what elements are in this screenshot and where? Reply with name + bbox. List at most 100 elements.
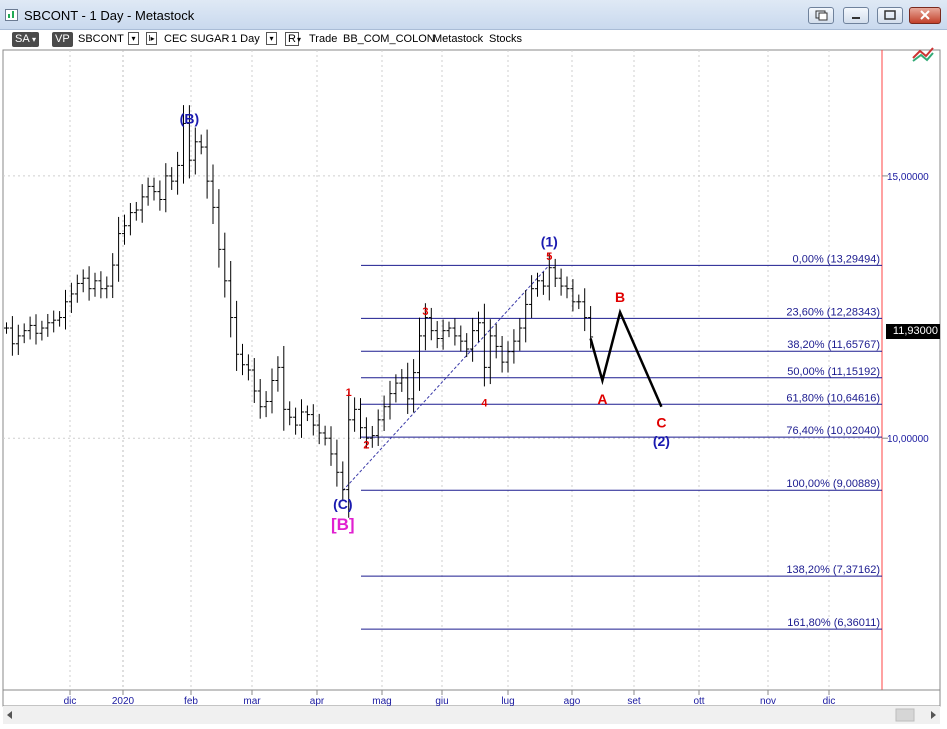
price-bar bbox=[481, 303, 487, 387]
price-bar bbox=[139, 184, 145, 223]
fib-level-label: 0,00% (13,29494) bbox=[793, 253, 880, 265]
fib-level-label: 76,40% (10,02040) bbox=[786, 425, 880, 437]
price-bar bbox=[529, 275, 535, 318]
wave-label: (1) bbox=[541, 234, 558, 250]
price-bar bbox=[523, 290, 529, 343]
price-bar bbox=[446, 321, 452, 338]
price-bar bbox=[210, 164, 216, 225]
price-chart[interactable]: 15,0000010,00000dic 2020 feb mar apr mag giu lu… bbox=[0, 0, 947, 729]
price-bar bbox=[245, 354, 251, 381]
price-bar bbox=[198, 134, 204, 155]
price-bar bbox=[228, 260, 234, 338]
price-bar bbox=[257, 379, 263, 419]
price-bar bbox=[417, 317, 422, 391]
price-bar bbox=[116, 216, 122, 282]
price-bar bbox=[452, 318, 458, 346]
price-bar bbox=[86, 266, 92, 301]
price-bar bbox=[251, 358, 257, 403]
y-tick-label: 10,00000 bbox=[887, 434, 929, 445]
fib-level-label: 61,80% (10,64616) bbox=[786, 392, 880, 404]
y-tick-label: 15,00000 bbox=[887, 172, 929, 183]
price-bar bbox=[175, 151, 181, 195]
price-bar bbox=[352, 397, 358, 432]
price-bar bbox=[470, 317, 476, 362]
wave-label: 5 bbox=[546, 251, 552, 263]
price-bar bbox=[216, 189, 222, 268]
price-bar bbox=[304, 405, 310, 422]
price-bar bbox=[517, 318, 523, 351]
fib-level-label: 138,20% (7,37162) bbox=[786, 564, 880, 576]
fib-level-label: 23,60% (12,28343) bbox=[786, 306, 880, 318]
fib-level-label: 50,00% (11,15192) bbox=[787, 366, 880, 378]
price-bar bbox=[80, 269, 86, 293]
fib-level-label: 38,20% (11,65767) bbox=[787, 339, 880, 351]
price-bar bbox=[263, 391, 269, 418]
price-bar bbox=[204, 129, 210, 199]
price-bar bbox=[157, 180, 163, 211]
price-bar bbox=[269, 368, 275, 414]
price-bar bbox=[582, 288, 588, 332]
price-bar bbox=[133, 201, 139, 221]
price-bar bbox=[293, 407, 299, 435]
price-bar bbox=[434, 321, 440, 349]
price-bar bbox=[74, 274, 80, 303]
price-bar bbox=[163, 163, 169, 213]
price-bar bbox=[493, 323, 499, 359]
price-bar bbox=[234, 300, 240, 371]
price-bar bbox=[299, 399, 304, 438]
price-bar bbox=[92, 272, 98, 297]
wave-label: A bbox=[597, 391, 607, 407]
price-bar bbox=[511, 329, 517, 364]
price-bar bbox=[316, 413, 322, 445]
wave-label: (B) bbox=[180, 110, 199, 126]
scroll-right-icon bbox=[931, 711, 936, 719]
price-bar bbox=[310, 404, 316, 436]
price-bar bbox=[151, 177, 157, 201]
price-bar bbox=[104, 276, 110, 299]
price-bar bbox=[405, 362, 411, 414]
price-bar bbox=[428, 307, 434, 341]
price-bar bbox=[145, 177, 151, 206]
price-bar bbox=[322, 425, 328, 446]
price-bar bbox=[387, 380, 393, 420]
wave-label: (2) bbox=[653, 433, 670, 449]
price-bar bbox=[505, 341, 511, 373]
price-bar bbox=[127, 203, 133, 236]
price-bar bbox=[63, 289, 68, 330]
wave-label: C bbox=[656, 415, 666, 431]
price-bar bbox=[440, 319, 446, 350]
fib-level-label: 161,80% (6,36011) bbox=[787, 617, 880, 629]
price-bar bbox=[9, 316, 15, 356]
price-bar bbox=[275, 356, 281, 392]
price-bar bbox=[281, 345, 287, 431]
wave-label: [B] bbox=[331, 515, 355, 534]
price-bar bbox=[328, 426, 334, 466]
wave-label: 4 bbox=[481, 398, 488, 410]
price-bar bbox=[110, 253, 116, 299]
price-bar bbox=[540, 272, 546, 295]
price-bar bbox=[558, 268, 564, 296]
scroll-left-icon bbox=[7, 711, 12, 719]
fib-level-label: 100,00% (9,00889) bbox=[786, 478, 880, 490]
price-bar bbox=[169, 167, 175, 190]
price-bar bbox=[57, 311, 63, 327]
wave-label: 2 bbox=[363, 440, 369, 452]
price-bar bbox=[21, 323, 27, 344]
price-bar bbox=[334, 439, 340, 487]
price-bar bbox=[393, 374, 399, 403]
price-bar bbox=[68, 282, 74, 313]
price-bar bbox=[399, 369, 405, 392]
price-bar bbox=[458, 325, 464, 352]
price-bar bbox=[33, 314, 39, 345]
price-bar bbox=[222, 232, 228, 298]
price-bar bbox=[564, 276, 570, 299]
horizontal-scrollbar[interactable] bbox=[3, 706, 940, 724]
wave-label: B bbox=[615, 289, 625, 305]
wave-label: 3 bbox=[422, 306, 428, 318]
price-bar bbox=[499, 336, 505, 373]
price-bar bbox=[51, 310, 57, 333]
wave-label: 1 bbox=[346, 387, 352, 399]
price-bar bbox=[192, 127, 198, 175]
last-price-box: 11,93000 bbox=[886, 324, 940, 339]
price-bar bbox=[576, 294, 582, 310]
